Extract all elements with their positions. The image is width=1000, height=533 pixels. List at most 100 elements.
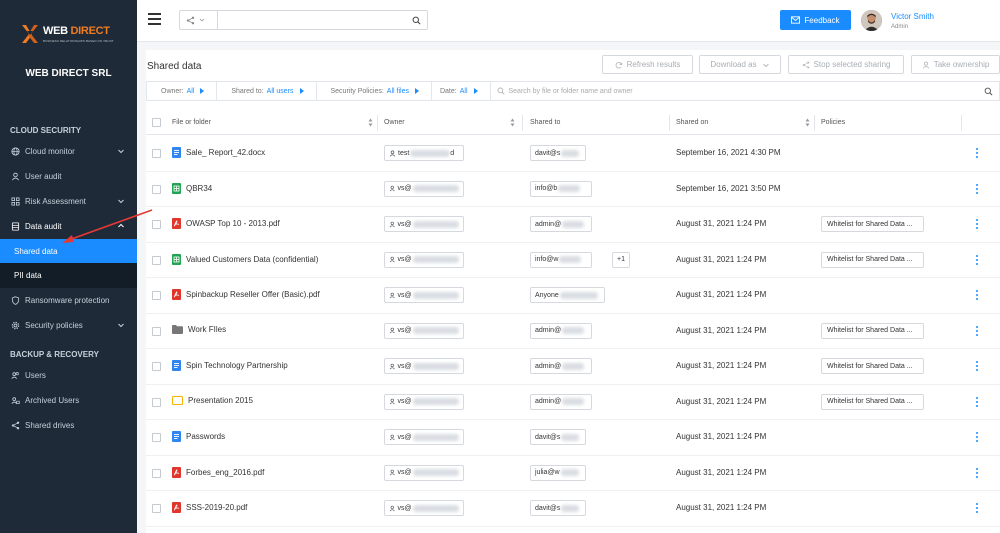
sort-icon[interactable] [805,118,810,127]
sidebar-item-archived-users[interactable]: Archived Users [0,389,137,411]
owner-chip[interactable]: test d [384,145,464,161]
shared-to-chip[interactable]: info@w [530,251,592,268]
file-name-cell[interactable]: Valued Customers Data (confidential) [172,253,318,265]
table-row[interactable]: Valued Customers Data (confidential) vs@ i… [146,243,1000,278]
file-name-cell[interactable]: Work FIles [172,324,226,334]
sidebar-item-security-policies[interactable]: Security policies [0,314,137,336]
shared-to-chip[interactable]: info@b [530,180,592,197]
table-row[interactable]: QBR34 vs@ info@b September 16, 2021 3:50 PM [146,172,1000,207]
owner-chip[interactable]: vs@ [384,393,464,410]
shared-to-chip[interactable]: davit@s [530,500,586,516]
file-name-cell[interactable]: SSS-2019-20.pdf [172,502,247,513]
owner-chip[interactable]: vs@ [384,464,464,481]
more-options-icon[interactable] [975,183,979,195]
sidebar-item-cloud-monitor[interactable]: Cloud monitor [0,140,137,162]
row-checkbox[interactable] [152,397,161,407]
file-name-cell[interactable]: Spinbackup Reseller Offer (Basic).pdf [172,289,320,300]
shared-to-chip[interactable]: davit@s [530,145,586,161]
shared-to-chip[interactable]: Anyone [530,287,605,303]
row-checkbox[interactable] [152,184,161,194]
shared-to-chip[interactable]: admin@ [530,358,592,374]
shared-to-chip[interactable]: admin@ [530,216,592,232]
more-options-icon[interactable] [975,396,979,408]
file-search-input[interactable]: Search by file or folder name and owner [491,82,1000,100]
owner-filter[interactable]: Owner: All [147,82,218,100]
owner-chip[interactable]: vs@ [384,358,464,374]
more-recipients-badge[interactable]: +1 [612,251,630,268]
column-header-file[interactable]: File or folder [172,119,211,126]
global-search-input[interactable] [217,10,428,30]
owner-chip[interactable]: vs@ [384,322,464,339]
table-row[interactable]: Work FIles vs@ admin@ August 31, 2021 1:24 … [146,314,1000,349]
more-options-icon[interactable] [975,325,979,337]
policy-badge[interactable]: Whitelist for Shared Data ... [821,358,924,374]
sidebar-item-users[interactable]: Users [0,364,137,386]
policy-badge[interactable]: Whitelist for Shared Data ... [821,251,924,268]
stop-selected-sharing-button[interactable]: Stop selected sharing [788,55,904,74]
file-name-cell[interactable]: QBR34 [172,182,212,194]
policy-badge[interactable]: Whitelist for Shared Data ... [821,216,924,232]
more-options-icon[interactable] [975,254,979,266]
table-row[interactable]: Spin Technology Partnership vs@ admin@ Augu… [146,349,1000,385]
file-name-cell[interactable]: Sale_ Report_42.docx [172,147,265,158]
sidebar-item-pii-data[interactable]: PII data [0,263,137,288]
sort-icon[interactable] [510,118,515,127]
search-icon[interactable] [984,87,993,96]
more-options-icon[interactable] [975,502,979,514]
column-header-shared-to[interactable]: Shared to [530,119,560,126]
row-checkbox[interactable] [152,220,161,229]
owner-chip[interactable]: vs@ [384,429,464,445]
more-options-icon[interactable] [975,147,979,159]
owner-chip[interactable]: vs@ [384,251,464,268]
sort-icon[interactable] [368,118,373,127]
download-as-button[interactable]: Download as [699,55,781,74]
refresh-results-button[interactable]: Refresh results [602,55,693,74]
take-ownership-button[interactable]: Take ownership [911,55,1000,74]
date-filter[interactable]: Date: All [432,82,491,100]
policy-badge[interactable]: Whitelist for Shared Data ... [821,393,924,410]
shared-to-chip[interactable]: admin@ [530,393,592,410]
avatar[interactable] [861,10,882,31]
table-row[interactable]: OWASP Top 10 - 2013.pdf vs@ admin@ August 3… [146,207,1000,243]
owner-chip[interactable]: vs@ [384,216,464,232]
row-checkbox[interactable] [152,326,161,336]
row-checkbox[interactable] [152,433,161,442]
table-row[interactable]: Sale_ Report_42.docx test d davit@s Septembe… [146,136,1000,172]
file-name-cell[interactable]: Forbes_eng_2016.pdf [172,466,264,478]
column-header-owner[interactable]: Owner [384,119,405,126]
shared-to-chip[interactable]: davit@s [530,429,586,445]
table-row[interactable]: SSS-2019-20.pdf vs@ davit@s August 31, 2021… [146,491,1000,527]
table-row[interactable]: Spinbackup Reseller Offer (Basic).pdf vs@… [146,278,1000,314]
row-checkbox[interactable] [152,291,161,300]
table-row[interactable]: Forbes_eng_2016.pdf vs@ julia@w August 31, … [146,456,1000,491]
file-name-cell[interactable]: Passwords [172,431,225,442]
column-header-policies[interactable]: Policies [821,119,845,126]
sidebar-item-ransomware-protection[interactable]: Ransomware protection [0,289,137,311]
row-checkbox[interactable] [152,149,161,158]
file-name-cell[interactable]: OWASP Top 10 - 2013.pdf [172,218,280,229]
file-name-cell[interactable]: Spin Technology Partnership [172,360,288,371]
more-options-icon[interactable] [975,431,979,443]
row-checkbox[interactable] [152,468,161,478]
shared-to-chip[interactable]: admin@ [530,322,592,339]
table-row[interactable]: Passwords vs@ davit@s August 31, 2021 1:24 … [146,420,1000,456]
sidebar-item-data-audit[interactable]: Data audit [0,215,137,237]
sidebar-item-shared-drives[interactable]: Shared drives [0,414,137,436]
file-name-cell[interactable]: Presentation 2015 [172,395,253,405]
hamburger-menu-icon[interactable] [148,13,161,25]
owner-chip[interactable]: vs@ [384,500,464,516]
sidebar-item-user-audit[interactable]: User audit [0,165,137,187]
search-icon[interactable] [412,16,421,25]
owner-chip[interactable]: vs@ [384,287,464,303]
sidebar-item-shared-data[interactable]: Shared data [0,239,137,263]
row-checkbox[interactable] [152,504,161,513]
more-options-icon[interactable] [975,360,979,372]
sidebar-item-risk-assessment[interactable]: Risk Assessment [0,190,137,212]
shared-to-chip[interactable]: julia@w [530,464,586,481]
more-options-icon[interactable] [975,289,979,301]
policy-badge[interactable]: Whitelist for Shared Data ... [821,322,924,339]
more-options-icon[interactable] [975,218,979,230]
select-all-checkbox[interactable] [152,118,161,127]
column-header-shared-on[interactable]: Shared on [676,119,708,126]
user-name[interactable]: Victor Smith [891,12,934,21]
